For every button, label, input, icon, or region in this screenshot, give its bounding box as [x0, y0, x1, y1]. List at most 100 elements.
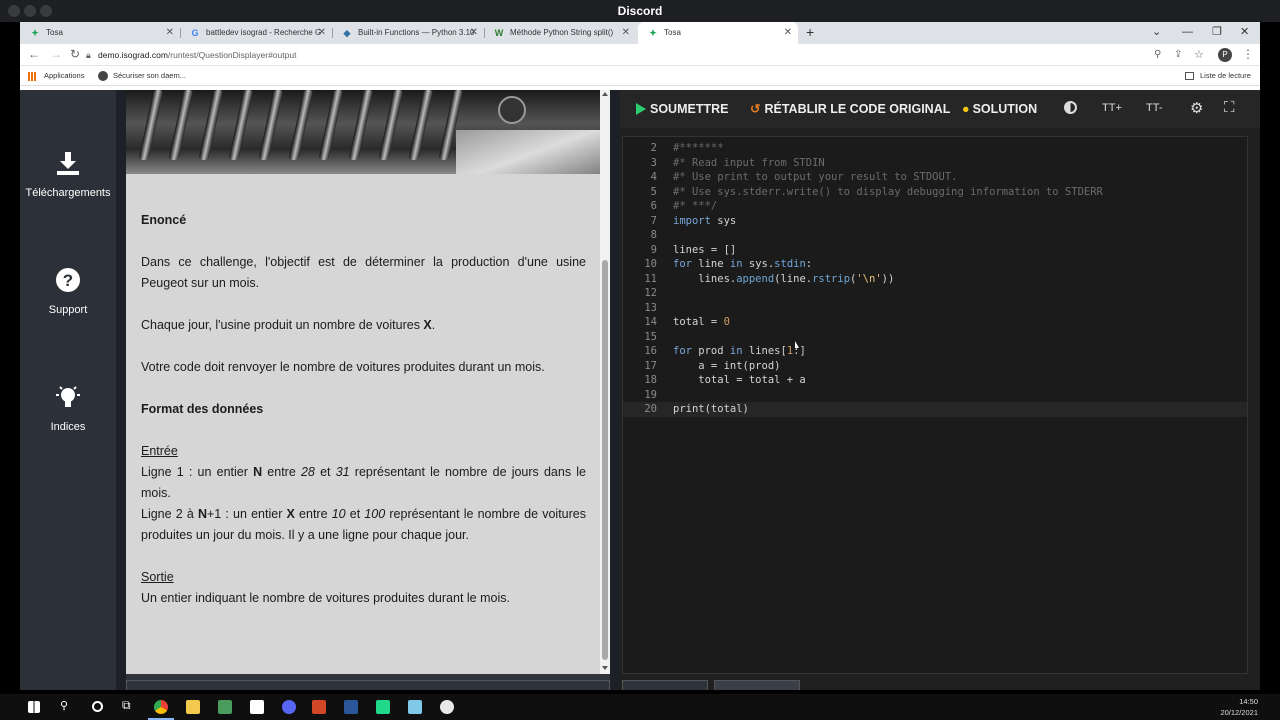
system-clock[interactable]: 14:50 20/12/2021	[1220, 696, 1258, 718]
code-line[interactable]: 18 total = total + a	[623, 373, 1247, 388]
code-line[interactable]: 19	[623, 388, 1247, 403]
sidebar-item-label: Indices	[50, 421, 86, 433]
window-dot[interactable]	[8, 5, 20, 17]
tab-w3[interactable]: W Méthode Python String split() ✕	[484, 22, 636, 44]
search-icon[interactable]: ⚲	[60, 699, 74, 713]
num: 10	[331, 507, 346, 521]
app-icon[interactable]	[408, 700, 422, 714]
code-line[interactable]: 2 #*******	[623, 141, 1247, 156]
cortana-icon[interactable]	[92, 701, 103, 712]
tab-python[interactable]: ◆ Built-in Functions — Python 3.10 ✕	[332, 22, 484, 44]
code-line[interactable]: 10 for line in sys.stdin:	[623, 257, 1247, 272]
tosa-icon: ✦	[649, 28, 657, 38]
scroll-up-icon[interactable]	[602, 92, 608, 96]
code-line[interactable]: 15	[623, 330, 1247, 345]
code-line[interactable]: 9 lines = []	[623, 243, 1247, 258]
profile-avatar[interactable]: P	[1218, 48, 1232, 62]
reset-code-button[interactable]: ↺ RÉTABLIR LE CODE ORIGINAL	[750, 90, 950, 128]
line-number: 13	[644, 301, 657, 314]
restore-icon[interactable]: ❐	[1212, 22, 1222, 42]
tab-google[interactable]: G battledev isograd - Recherche G ✕	[180, 22, 332, 44]
new-tab-button[interactable]: +	[806, 22, 814, 42]
close-window-icon[interactable]: ✕	[1240, 22, 1249, 42]
zoom-icon[interactable]: ⚲	[1154, 49, 1161, 60]
code-line[interactable]: 8	[623, 228, 1247, 243]
bookmark-applications[interactable]: Applications	[44, 66, 84, 86]
hero-grille	[348, 90, 374, 160]
back-icon[interactable]: ←	[28, 47, 40, 61]
font-increase-button[interactable]: TT+	[1102, 102, 1122, 114]
bottom-tab[interactable]	[714, 680, 800, 690]
solution-button[interactable]: ● SOLUTION	[962, 90, 1037, 128]
hero-grille	[378, 90, 404, 160]
close-icon[interactable]: ✕	[784, 22, 792, 44]
hero-grille	[168, 90, 194, 160]
sidebar-item-downloads[interactable]: Téléchargements	[20, 148, 116, 199]
settings-gear-icon[interactable]: ⚙	[1190, 99, 1203, 117]
output-section: Sortie Un entier indiquant le nombre de …	[141, 567, 586, 609]
line-number: 18	[644, 374, 657, 386]
font-decrease-button[interactable]: TT-	[1146, 102, 1163, 114]
code-line[interactable]: 3 #* Read input from STDIN	[623, 156, 1247, 171]
bottom-tab[interactable]	[622, 680, 708, 690]
chrome-icon[interactable]	[154, 700, 168, 714]
scrollbar-thumb[interactable]	[602, 260, 608, 660]
windows-start-icon[interactable]	[28, 701, 40, 713]
question-scrollbar[interactable]	[600, 90, 610, 674]
line-number: 11	[644, 272, 657, 285]
code-line[interactable]: 17 a = int(prod)	[623, 359, 1247, 374]
tab-tosa-active[interactable]: ✦ Tosa ✕	[638, 22, 798, 44]
code-line[interactable]: 13	[623, 301, 1247, 316]
code-editor[interactable]: 2 #******* 3 #* Read input from STDIN 4 #* Us…	[622, 136, 1248, 674]
var-n: N	[197, 507, 207, 521]
lightbulb-icon	[56, 386, 80, 407]
code-line[interactable]: 5 #* Use sys.stderr.write() to display de…	[623, 185, 1247, 200]
window-dot[interactable]	[24, 5, 36, 17]
num: 100	[364, 507, 386, 521]
code-text: lines = []	[673, 243, 737, 256]
powerpoint-icon[interactable]	[312, 700, 326, 714]
code-line[interactable]: 12	[623, 286, 1247, 301]
sidebar-item-hints[interactable]: Indices	[20, 382, 116, 433]
close-icon[interactable]: ✕	[470, 22, 478, 44]
discord-title-bar: Discord	[0, 0, 1280, 22]
pycharm-icon[interactable]	[376, 700, 390, 714]
word-icon[interactable]	[344, 700, 358, 714]
sidebar-item-support[interactable]: ? Support	[20, 265, 116, 316]
line-number: 7	[650, 214, 657, 227]
code-text: #* Use print to output your result to ST…	[673, 171, 958, 183]
bookmark-securiser[interactable]: Sécuriser son daem...	[113, 66, 186, 86]
menu-icon[interactable]: ⋮	[1242, 47, 1254, 61]
code-line[interactable]: 4 #* Use print to output your result to S…	[623, 170, 1247, 185]
tab-search-icon[interactable]: ⌄	[1152, 22, 1161, 42]
app-icon[interactable]	[218, 700, 232, 714]
code-line[interactable]: 14 total = 0	[623, 315, 1247, 330]
file-explorer-icon[interactable]	[186, 700, 200, 714]
tab-tosa-1[interactable]: ✦ Tosa ✕	[20, 22, 180, 44]
app-icon[interactable]	[440, 700, 454, 714]
share-icon[interactable]: ⇪	[1174, 49, 1182, 60]
scroll-down-icon[interactable]	[602, 666, 608, 670]
google-icon: G	[191, 28, 199, 38]
forward-icon[interactable]: →	[50, 47, 62, 61]
star-icon[interactable]: ☆	[1194, 48, 1204, 61]
reload-icon[interactable]: ↻	[70, 47, 80, 61]
code-line[interactable]: 7 import sys	[623, 214, 1247, 229]
reading-list[interactable]: Liste de lecture	[1200, 66, 1251, 86]
discord-icon[interactable]	[282, 700, 296, 714]
minimize-icon[interactable]: —	[1182, 22, 1193, 42]
task-view-icon[interactable]: ⧉	[122, 698, 136, 712]
window-dot[interactable]	[40, 5, 52, 17]
code-line[interactable]: 6 #* ***/	[623, 199, 1247, 214]
close-icon[interactable]: ✕	[622, 22, 630, 44]
url-field[interactable]: demo.isograd.com/runtest/QuestionDisplay…	[98, 44, 296, 66]
fullscreen-icon[interactable]: ⛶	[1224, 99, 1235, 116]
notepad-icon[interactable]	[250, 700, 264, 714]
code-line[interactable]: 11 lines.append(line.rstrip('\n'))	[623, 272, 1247, 287]
code-line[interactable]: 20 print(total)	[623, 402, 1247, 417]
code-line[interactable]: 16 for prod in lines[1:]	[623, 344, 1247, 359]
close-icon[interactable]: ✕	[318, 22, 326, 44]
theme-toggle-icon[interactable]	[1064, 101, 1077, 114]
close-icon[interactable]: ✕	[166, 22, 174, 44]
submit-button[interactable]: SOUMETTRE	[636, 90, 728, 128]
